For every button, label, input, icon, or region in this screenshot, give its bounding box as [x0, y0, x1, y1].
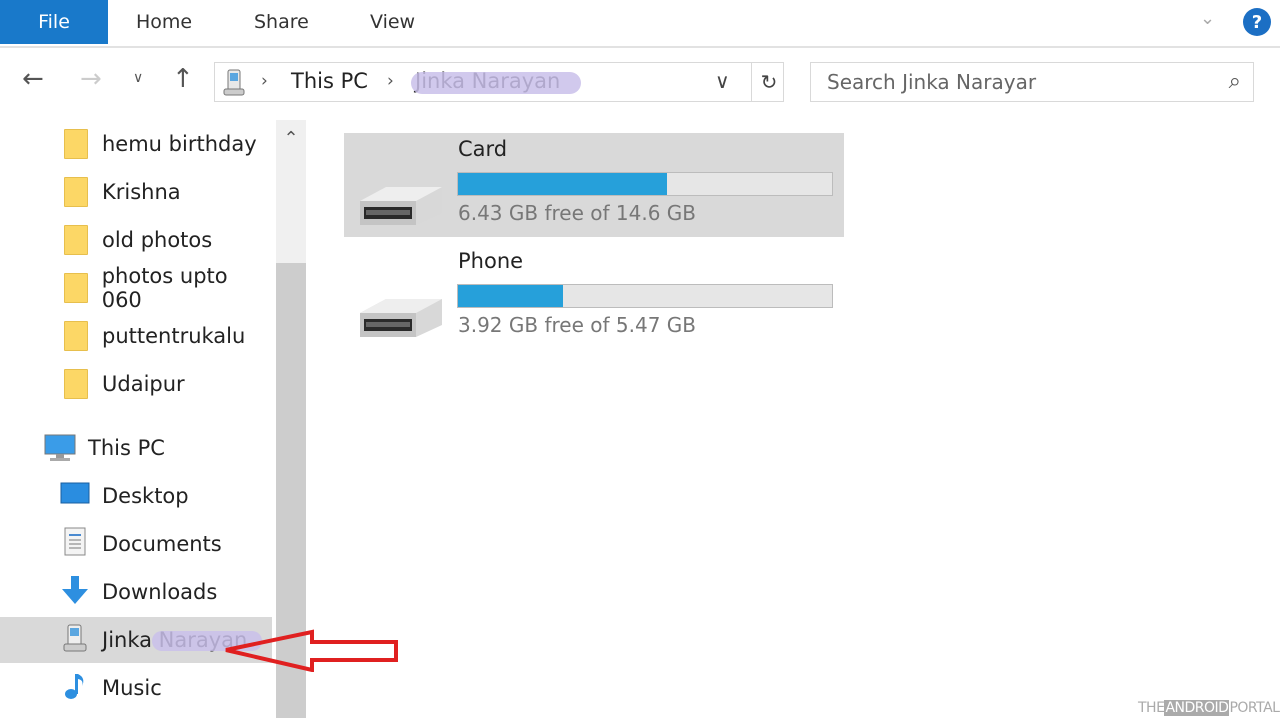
sidebar-folder[interactable]: old photos [0, 217, 272, 263]
folder-icon [64, 369, 88, 399]
back-arrow-icon[interactable]: ← [22, 64, 44, 94]
annotation-arrow [225, 629, 398, 672]
usage-bar [457, 284, 833, 308]
usage-bar-fill [458, 285, 563, 307]
tab-home[interactable]: Home [136, 0, 192, 44]
sidebar-folder[interactable]: hemu birthday [0, 121, 272, 167]
sidebar-item-label: old photos [102, 228, 213, 252]
tab-file[interactable]: File [0, 0, 108, 44]
folder-icon [64, 129, 88, 159]
sidebar-item-label: hemu birthday [102, 132, 257, 156]
folder-icon [64, 273, 88, 303]
sidebar-folder[interactable]: photos upto 060 [0, 264, 272, 312]
sidebar-item-downloads[interactable]: Downloads [0, 569, 272, 615]
sidebar-item-label: Documents [102, 532, 222, 556]
drive-card[interactable]: Card 6.43 GB free of 14.6 GB [344, 133, 844, 237]
watermark: THEANDROIDPORTAL [1138, 700, 1280, 716]
sidebar-item-label: photos upto 060 [101, 264, 228, 312]
breadcrumb-this-pc[interactable]: This PC [291, 69, 368, 93]
sidebar-folder[interactable]: Udaipur [0, 361, 272, 407]
sidebar-item-label: Downloads [102, 580, 218, 604]
expand-ribbon-chevron-icon[interactable]: ⌄ [1200, 8, 1215, 29]
documents-icon [60, 527, 102, 562]
folder-icon [64, 225, 88, 255]
sidebar-item-documents[interactable]: Documents [0, 521, 272, 567]
address-dropdown-chevron-icon[interactable]: ∨ [715, 69, 730, 93]
search-icon[interactable]: ⌕ [1229, 69, 1241, 94]
watermark-text: PORTAL [1229, 700, 1280, 716]
refresh-icon[interactable]: ↻ [751, 63, 786, 101]
tab-view[interactable]: View [370, 0, 415, 44]
sidebar-item-desktop[interactable]: Desktop [0, 473, 272, 519]
sidebar-item-label: Music [102, 676, 162, 700]
sidebar-folder[interactable]: Krishna [0, 169, 272, 215]
usage-bar-fill [458, 173, 668, 195]
drive-phone[interactable]: Phone 3.92 GB free of 5.47 GB [344, 245, 844, 349]
drive-icon [360, 187, 442, 225]
redaction-blur [411, 72, 581, 94]
search-input[interactable]: Search Jinka Narayar ⌕ [810, 62, 1254, 102]
watermark-text: ANDROID [1164, 700, 1230, 716]
desktop-icon [60, 481, 102, 512]
sidebar-item-label: This PC [88, 436, 165, 460]
sidebar-item-label: Desktop [102, 484, 189, 508]
sidebar-item-label: puttentrukalu [102, 324, 246, 348]
drive-name: Phone [458, 249, 524, 273]
usage-bar [457, 172, 833, 196]
breadcrumb-separator: › [387, 71, 394, 91]
folder-icon [64, 321, 88, 351]
sidebar-item-label: Udaipur [102, 372, 185, 396]
phone-device-icon [60, 623, 102, 658]
address-bar[interactable]: › This PC › Jinka Narayan ∨ ↻ [214, 62, 784, 102]
up-arrow-icon[interactable]: ↑ [172, 64, 194, 94]
watermark-text: THE [1138, 700, 1165, 716]
forward-arrow-icon[interactable]: → [80, 64, 102, 94]
drive-free-space: 6.43 GB free of 14.6 GB [458, 201, 696, 225]
tab-share[interactable]: Share [254, 0, 309, 44]
phone-device-icon [223, 69, 245, 96]
sidebar-folder[interactable]: puttentrukalu [0, 313, 272, 359]
computer-icon [44, 434, 76, 461]
downloads-icon [60, 575, 102, 610]
breadcrumb-separator: › [261, 71, 268, 91]
music-icon [60, 671, 102, 706]
folder-icon [64, 177, 88, 207]
search-placeholder: Search Jinka Narayar [827, 70, 1037, 94]
recent-locations-chevron-icon[interactable]: ∨ [133, 70, 143, 86]
drive-icon [360, 299, 442, 337]
sidebar-item-label: Krishna [102, 180, 181, 204]
scroll-up-chevron-icon[interactable]: ⌃ [276, 120, 306, 156]
drive-free-space: 3.92 GB free of 5.47 GB [458, 313, 696, 337]
help-icon[interactable]: ? [1243, 8, 1271, 36]
sidebar-item-this-pc[interactable]: This PC [0, 425, 272, 471]
drive-name: Card [458, 137, 508, 161]
